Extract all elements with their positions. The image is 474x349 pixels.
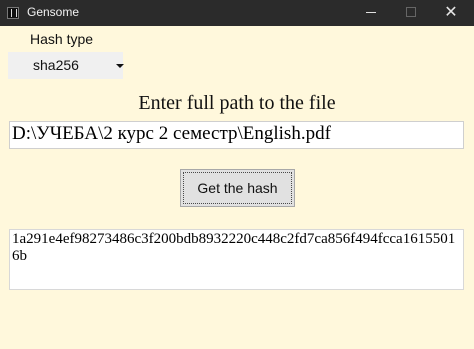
maximize-button[interactable]	[394, 0, 428, 26]
chevron-down-icon	[116, 64, 124, 68]
hash-type-label: Hash type	[30, 31, 94, 47]
hash-type-value: sha256	[33, 57, 79, 73]
get-hash-button[interactable]: Get the hash	[180, 169, 295, 207]
maximize-icon	[406, 7, 416, 17]
app-icon	[7, 7, 19, 19]
close-icon: ✕	[444, 4, 458, 21]
close-button[interactable]: ✕	[434, 0, 468, 26]
file-path-input[interactable]: D:\УЧЕБА\2 курс 2 семестр\English.pdf	[9, 121, 464, 149]
minimize-button[interactable]	[354, 0, 388, 26]
path-prompt: Enter full path to the file	[138, 92, 336, 114]
hash-type-select[interactable]: sha256	[8, 52, 124, 79]
title-bar: Gensome ✕	[0, 0, 474, 26]
minimize-icon	[366, 12, 376, 13]
window-title: Gensome	[27, 5, 80, 19]
hash-result-field[interactable]: 1a291e4ef98273486c3f200bdb8932220c448c2f…	[9, 229, 464, 290]
